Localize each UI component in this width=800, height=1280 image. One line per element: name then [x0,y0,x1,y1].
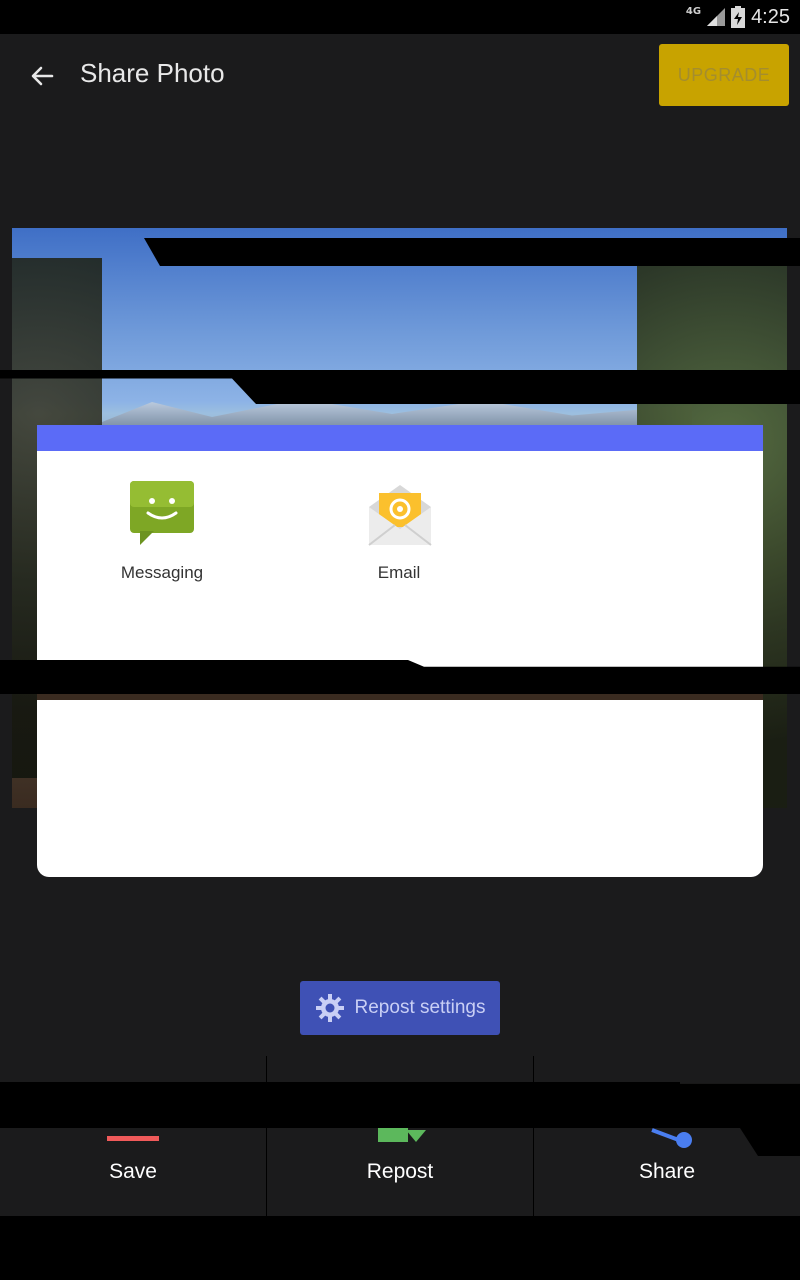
glitch-band [37,694,763,700]
dialog-header [37,425,763,451]
repost-label: Repost [366,1160,434,1183]
system-nav-area [0,1216,800,1280]
repost-button[interactable]: Repost [267,1056,534,1216]
app-bar: Share Photo UPGRADE [0,34,800,120]
save-label: Save [109,1160,157,1183]
repost-settings-button[interactable]: Repost settings [300,981,500,1035]
share-option-label: Email [377,563,421,582]
upgrade-button[interactable]: UPGRADE [659,44,789,106]
battery-icon [731,6,746,28]
share-option-label: Messaging [120,563,204,582]
email-icon [368,485,432,546]
gear-icon [315,994,344,1022]
signal-icon [707,8,726,26]
arrow-left-icon[interactable] [28,62,56,90]
page-title: Share Photo [80,58,225,88]
glitch-band [0,1082,800,1128]
status-icons: 4G 4:25 [686,4,790,30]
share-option-email[interactable]: Email [319,465,479,595]
share-dialog: Messaging Email [37,425,763,877]
messaging-icon [130,481,194,545]
repost-settings-label: Repost settings [354,997,486,1018]
clock: 4:25 [751,5,790,28]
share-label: Share [638,1160,696,1183]
save-button[interactable]: Save [0,1056,267,1216]
share-option-messaging[interactable]: Messaging [82,465,242,595]
network-type: 4G [685,5,702,17]
status-bar: 4G 4:25 [0,0,800,34]
bottom-action-bar: Save Repost Share [0,1056,800,1216]
